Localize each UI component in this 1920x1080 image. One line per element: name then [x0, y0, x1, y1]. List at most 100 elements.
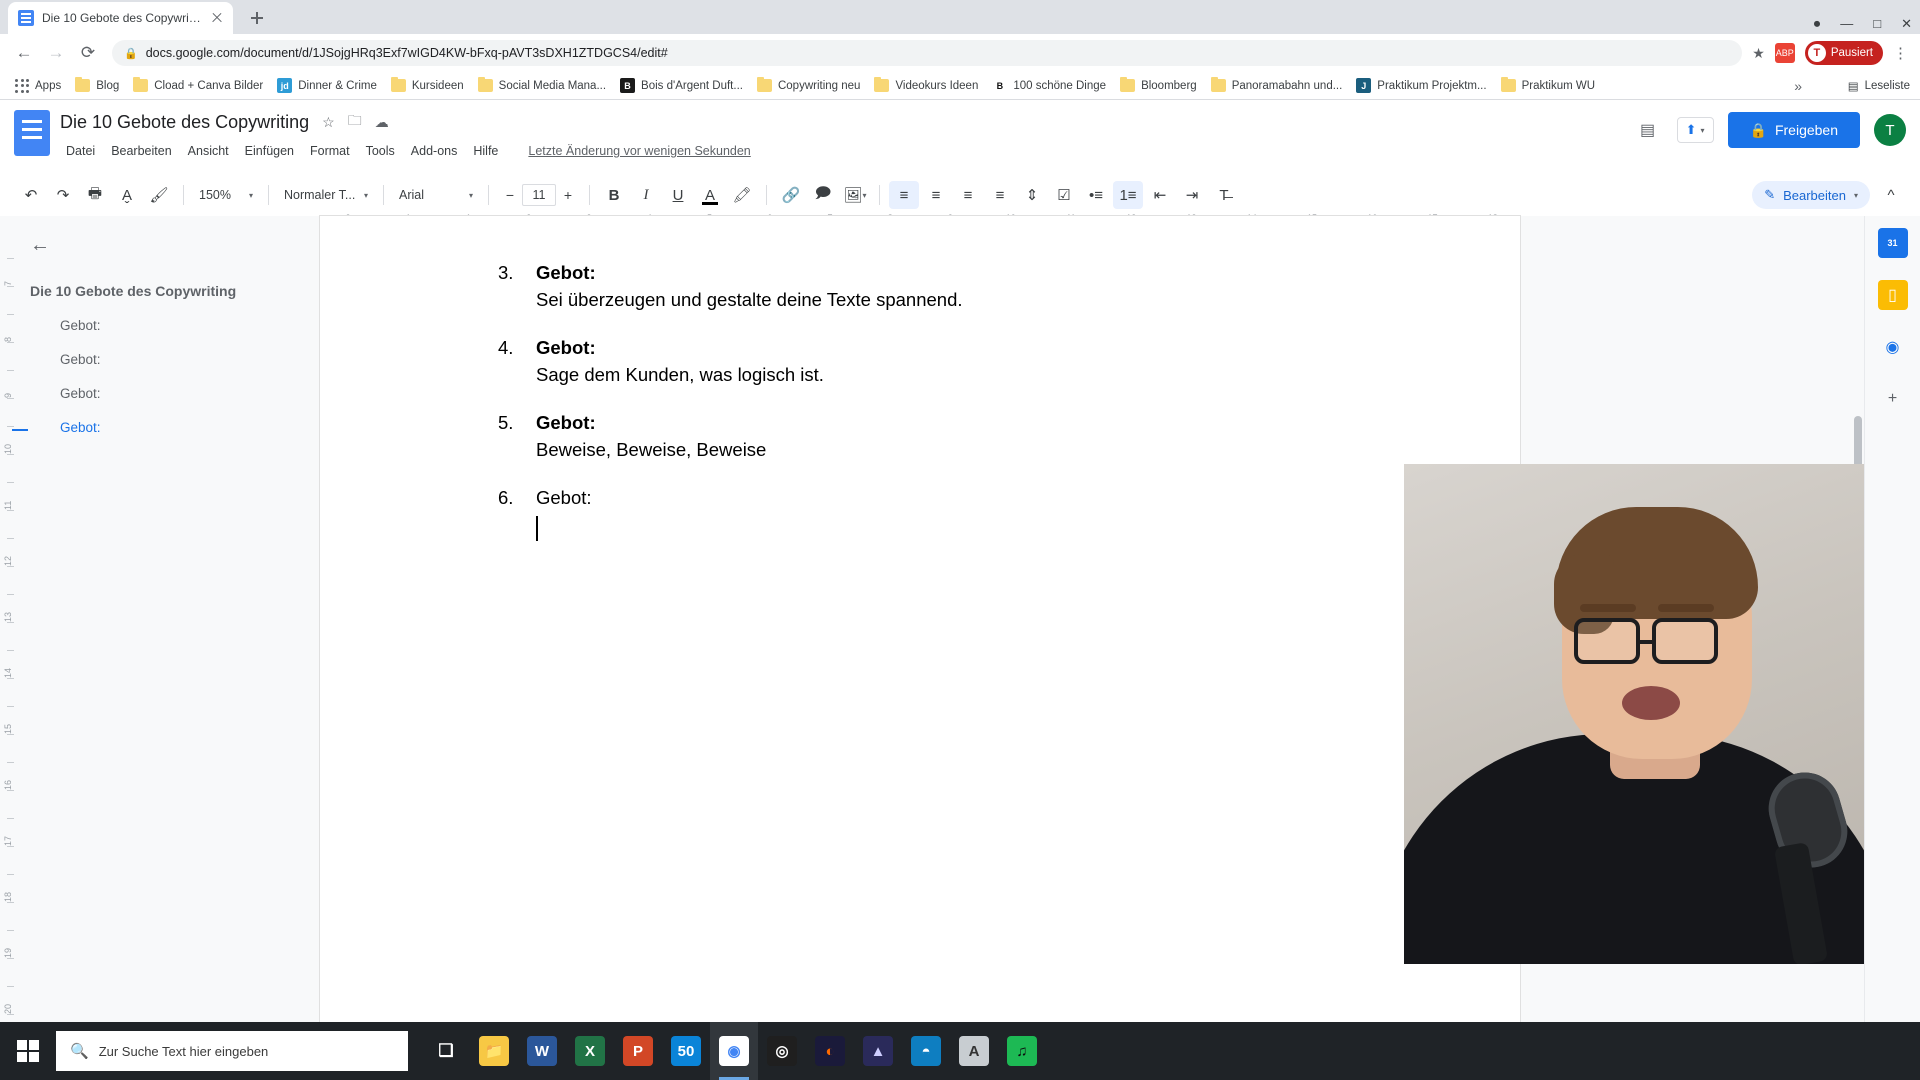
- calendar-icon[interactable]: 31: [1877, 228, 1908, 258]
- font-size-input[interactable]: 11: [522, 184, 556, 206]
- record-indicator-icon[interactable]: ⏺: [1814, 17, 1821, 30]
- line-spacing-icon[interactable]: ⇕: [1017, 181, 1047, 209]
- menu-add-ons[interactable]: Add-ons: [403, 141, 466, 161]
- font-size-increase-button[interactable]: +: [556, 183, 580, 207]
- hide-menus-icon[interactable]: ^: [1876, 181, 1906, 209]
- redo-icon[interactable]: ↷: [48, 181, 78, 209]
- clear-formatting-icon[interactable]: T̶: [1209, 181, 1239, 209]
- align-justify-icon[interactable]: ≡: [985, 181, 1015, 209]
- outline-item[interactable]: Gebot:: [60, 386, 319, 401]
- present-button[interactable]: ⬆ ▾: [1676, 117, 1714, 143]
- maximize-button[interactable]: □: [1873, 17, 1881, 30]
- bookmark-item[interactable]: Cload + Canva Bilder: [126, 76, 270, 95]
- bold-button[interactable]: B: [599, 181, 629, 209]
- share-button[interactable]: 🔒 Freigeben: [1727, 112, 1860, 148]
- start-button[interactable]: [0, 1022, 56, 1080]
- spellcheck-icon[interactable]: A̬: [112, 181, 142, 209]
- minimize-button[interactable]: —: [1840, 17, 1853, 30]
- account-avatar[interactable]: T: [1874, 114, 1906, 146]
- forward-icon[interactable]: →: [42, 39, 70, 67]
- underline-button[interactable]: U: [663, 181, 693, 209]
- adblock-extension-icon[interactable]: ABP: [1774, 43, 1795, 63]
- highlight-icon[interactable]: 🖍: [727, 181, 757, 209]
- list-item[interactable]: 5. Gebot: Beweise, Beweise, Beweise: [498, 412, 1520, 461]
- back-icon[interactable]: ←: [10, 39, 38, 67]
- document-body[interactable]: 3. Gebot: Sei überzeugen und gestalte dein…: [498, 262, 1520, 546]
- menu-einf-gen[interactable]: Einfügen: [237, 141, 302, 161]
- bookmark-item[interactable]: Copywriting neu: [750, 76, 867, 95]
- insert-image-icon[interactable]: 🖼 ▾: [840, 181, 870, 209]
- reload-icon[interactable]: ⟳: [74, 39, 102, 67]
- taskbar-spotify[interactable]: ♫: [998, 1022, 1046, 1080]
- list-item[interactable]: 3. Gebot: Sei überzeugen und gestalte dein…: [498, 262, 1520, 311]
- bookmark-item[interactable]: Blog: [68, 76, 126, 95]
- outline-item[interactable]: Gebot:: [60, 318, 319, 333]
- profile-chip[interactable]: T Pausiert: [1804, 41, 1883, 65]
- menu-ansicht[interactable]: Ansicht: [180, 141, 237, 161]
- bookmark-item[interactable]: Kursideen: [384, 76, 471, 95]
- bookmark-item[interactable]: Videokurs Ideen: [867, 76, 985, 95]
- align-left-icon[interactable]: ≡: [889, 181, 919, 209]
- bookmark-item[interactable]: Panoramabahn und...: [1204, 76, 1350, 95]
- taskbar-word[interactable]: W: [518, 1022, 566, 1080]
- numbered-list-icon[interactable]: 1≡: [1113, 181, 1143, 209]
- insert-link-icon[interactable]: 🔗: [776, 181, 806, 209]
- chrome-menu-icon[interactable]: ⋮: [1893, 44, 1908, 62]
- taskbar-premiere[interactable]: ▲: [854, 1022, 902, 1080]
- indent-decrease-icon[interactable]: ⇤: [1145, 181, 1175, 209]
- bookmark-item[interactable]: B 100 schöne Dinge: [985, 75, 1113, 96]
- bookmarks-overflow-icon[interactable]: »: [1794, 78, 1802, 94]
- page-title[interactable]: Die 10 Gebote des Copywriting: [60, 112, 309, 133]
- bookmark-item[interactable]: B Bois d'Argent Duft...: [613, 75, 750, 96]
- docs-logo-icon[interactable]: [14, 110, 50, 156]
- taskbar-obs-studio[interactable]: ◎: [758, 1022, 806, 1080]
- taskbar-edge[interactable]: ◓: [902, 1022, 950, 1080]
- paragraph-style-select[interactable]: Normaler T... ▾: [278, 182, 374, 208]
- menu-hilfe[interactable]: Hilfe: [465, 141, 506, 161]
- outline-item[interactable]: Gebot:: [12, 420, 319, 435]
- back-icon[interactable]: ←: [30, 234, 50, 257]
- undo-icon[interactable]: ↶: [16, 181, 46, 209]
- indent-increase-icon[interactable]: ⇥: [1177, 181, 1207, 209]
- list-item[interactable]: 4. Gebot: Sage dem Kunden, was logisch ist…: [498, 337, 1520, 386]
- taskbar-task-view[interactable]: ❏: [422, 1022, 470, 1080]
- cloud-status-icon[interactable]: ☁: [375, 114, 389, 131]
- editing-mode-button[interactable]: ✎ Bearbeiten ▾: [1752, 181, 1870, 209]
- taskbar-powerpoint[interactable]: P: [614, 1022, 662, 1080]
- font-size-decrease-button[interactable]: −: [498, 183, 522, 207]
- align-center-icon[interactable]: ≡: [921, 181, 951, 209]
- taskbar-mail[interactable]: 50: [662, 1022, 710, 1080]
- menu-tools[interactable]: Tools: [358, 141, 403, 161]
- text-color-button[interactable]: A: [695, 181, 725, 209]
- italic-button[interactable]: I: [631, 181, 661, 209]
- last-edit-status[interactable]: Letzte Änderung vor wenigen Sekunden: [528, 144, 750, 158]
- close-window-button[interactable]: ✕: [1901, 17, 1912, 30]
- bulleted-list-icon[interactable]: •≡: [1081, 181, 1111, 209]
- bookmark-apps[interactable]: Apps: [8, 76, 68, 96]
- browser-tab[interactable]: Die 10 Gebote des Copywriting -: [8, 2, 233, 34]
- menu-bearbeiten[interactable]: Bearbeiten: [103, 141, 179, 161]
- reading-list-button[interactable]: ▤ Leseliste: [1848, 79, 1910, 93]
- document-page[interactable]: 3. Gebot: Sei überzeugen und gestalte dein…: [320, 216, 1520, 1022]
- taskbar-photoshop-like[interactable]: ◐: [806, 1022, 854, 1080]
- list-item[interactable]: 6. Gebot:: [498, 487, 1520, 546]
- bookmark-item[interactable]: Social Media Mana...: [471, 76, 613, 95]
- taskbar-file-explorer[interactable]: 📁: [470, 1022, 518, 1080]
- taskbar-chrome[interactable]: ◉: [710, 1022, 758, 1080]
- close-icon[interactable]: [209, 10, 225, 26]
- checklist-icon[interactable]: ☑: [1049, 181, 1079, 209]
- taskbar-acrobat[interactable]: A: [950, 1022, 998, 1080]
- tasks-icon[interactable]: ◉: [1878, 332, 1908, 362]
- star-icon[interactable]: ☆: [322, 114, 335, 131]
- search-input[interactable]: 🔍 Zur Suche Text hier eingeben: [56, 1031, 408, 1071]
- font-select[interactable]: Arial ▾: [393, 182, 479, 208]
- zoom-select[interactable]: 150% ▾: [193, 182, 259, 208]
- bookmark-item[interactable]: Bloomberg: [1113, 76, 1204, 95]
- add-ons-icon[interactable]: +: [1878, 384, 1908, 414]
- print-icon[interactable]: 🖶: [80, 181, 110, 209]
- address-bar[interactable]: 🔒 docs.google.com/document/d/1JSojgHRq3E…: [112, 40, 1743, 66]
- outline-item[interactable]: Gebot:: [60, 352, 319, 367]
- taskbar-excel[interactable]: X: [566, 1022, 614, 1080]
- paint-format-icon[interactable]: 🖌: [144, 181, 174, 209]
- menu-datei[interactable]: Datei: [58, 141, 103, 161]
